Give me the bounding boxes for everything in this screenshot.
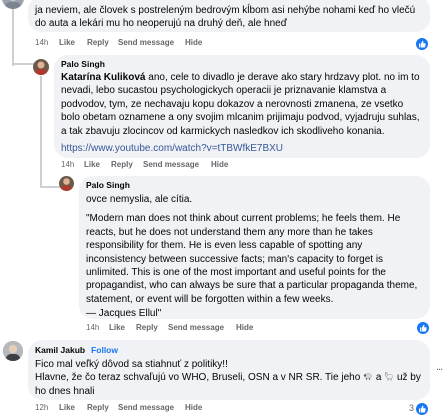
thread-line (40, 76, 42, 188)
like-button[interactable]: Like (59, 403, 75, 413)
like-reaction-icon[interactable] (416, 403, 428, 415)
avatar-photo-icon (61, 178, 72, 191)
reply-text: Katarína Kuliková ano, cele to divadlo j… (61, 71, 422, 138)
send-message-button[interactable]: Send message (118, 403, 174, 413)
timestamp[interactable]: 12h (35, 403, 48, 413)
sheep-emoji-icon (363, 371, 373, 381)
reply-bubble: Palo Singh ovce nemyslia, ale cítia. "Mo… (79, 176, 430, 319)
thread-line (40, 186, 60, 188)
thread-line (12, 63, 34, 65)
reply-bubble: Palo Singh Katarína Kuliková ano, cele t… (54, 55, 430, 158)
thread-line (12, 8, 14, 66)
comment-bubble: ja neviem, ale človek s postreleným bedr… (28, 0, 430, 32)
avatar[interactable] (33, 59, 49, 75)
reply-quote: "Modern man does not think about current… (86, 213, 418, 305)
avatar[interactable] (59, 176, 74, 191)
hide-button[interactable]: Hide (185, 38, 202, 48)
hide-button[interactable]: Hide (236, 323, 253, 333)
send-message-button[interactable]: Send message (118, 38, 174, 48)
reply-line: ovce nemyslia, ale cítia. (86, 194, 193, 205)
avatar[interactable] (3, 341, 23, 361)
reply-button[interactable]: Reply (87, 38, 109, 48)
author-name[interactable]: Palo Singh (86, 179, 422, 191)
comment-bubble: Kamil Jakub Follow Fico mal veľký dôvod s… (28, 340, 430, 400)
timestamp[interactable]: 14h (61, 160, 74, 170)
avatar-photo-icon (3, 341, 23, 361)
reply-button[interactable]: Reply (111, 160, 133, 170)
mention[interactable]: Katarína Kuliková (61, 72, 145, 83)
reply-button[interactable]: Reply (87, 403, 109, 413)
reply-button[interactable]: Reply (136, 323, 158, 333)
send-message-button[interactable]: Send message (168, 323, 224, 333)
avatar[interactable] (2, 0, 24, 9)
like-button[interactable]: Like (59, 38, 75, 48)
hide-button[interactable]: Hide (211, 160, 228, 170)
youtube-link[interactable]: https://www.youtube.com/watch?v=tTBWfkE7… (61, 143, 283, 154)
reply-signature: — Jacques Ellul" (86, 308, 162, 320)
like-button[interactable]: Like (84, 160, 100, 170)
send-message-button[interactable]: Send message (143, 160, 199, 170)
hide-button[interactable]: Hide (185, 403, 202, 413)
reaction-count[interactable]: 3 (409, 403, 414, 413)
author-name[interactable]: Kamil Jakub (35, 345, 85, 355)
author-name[interactable]: Palo Singh (61, 58, 422, 70)
timestamp[interactable]: 14h (35, 38, 48, 48)
like-button[interactable]: Like (109, 323, 125, 333)
timestamp[interactable]: 14h (86, 323, 99, 333)
like-reaction-icon[interactable] (416, 38, 428, 50)
avatar-photo-icon (35, 61, 47, 75)
avatar-photo-icon (5, 0, 21, 9)
comment-text: ja neviem, ale človek s postreleným bedr… (35, 5, 416, 30)
like-reaction-icon[interactable] (417, 322, 429, 334)
goat-emoji-icon (384, 371, 394, 381)
comment-text: Hlavne, že čo teraz schvaľujú vo WHO, Br… (35, 371, 421, 397)
more-options-icon[interactable]: ... (436, 361, 443, 373)
comment-text: Fico mal veľký dôvod sa stiahnuť z polit… (35, 359, 228, 370)
follow-button[interactable]: Follow (91, 345, 118, 355)
